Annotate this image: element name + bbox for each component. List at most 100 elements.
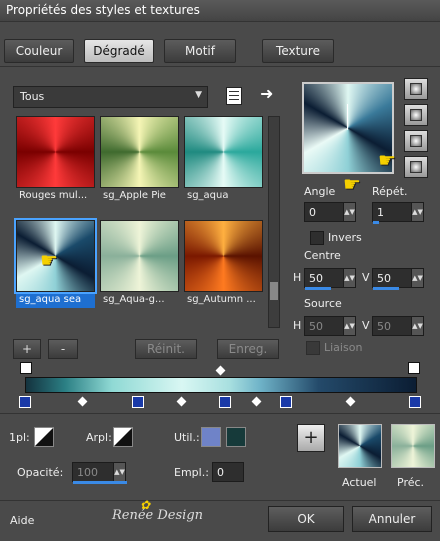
color-stop[interactable] [409,396,421,408]
color-stop[interactable] [19,396,31,408]
thumbnail-scrollbar[interactable] [268,116,280,328]
angle-label: Angle [304,185,336,198]
cancel-button[interactable]: Annuler [352,506,432,532]
gradient-swatch [100,220,179,292]
repeat-label: Répét. [372,185,408,198]
first-plane-label: 1pl: [9,431,30,444]
style-sunburst-button[interactable] [404,130,428,152]
pointing-hand-icon: ☛ [40,248,58,272]
spin-arrows-icon[interactable]: ▲▼ [411,317,423,335]
category-select[interactable]: Tous ▼ [13,86,208,108]
spin-arrows-icon[interactable]: ▲▼ [343,269,355,287]
opacity-value: 100 [77,466,98,479]
tab-divider [0,66,440,67]
color-stop[interactable] [280,396,292,408]
center-v-slider-fill [373,287,399,290]
source-h-spinner[interactable]: 50 ▲▼ [304,316,356,336]
gradient-thumb-autumn[interactable]: sg_Autumn ... [184,220,263,310]
color-midpoint[interactable] [251,396,262,407]
color-midpoint[interactable] [345,396,356,407]
repeat-spinner[interactable]: 1 ▲▼ [372,202,424,224]
reset-button[interactable]: Réinit. [135,339,197,359]
user-color-swatch[interactable] [201,427,221,447]
center-h-label: H [293,271,302,284]
opacity-stop-right[interactable] [408,362,420,374]
location-label: Empl.: [174,466,209,479]
background-plane-swatch[interactable] [113,427,133,447]
gradient-thumb-apple-pie[interactable]: sg_Apple Pie [100,116,179,206]
style-rectangular-button[interactable] [404,104,428,126]
gradient-swatch [16,116,95,188]
color-midpoint[interactable] [77,396,88,407]
angle-value: 0 [309,206,316,219]
spin-arrows-icon[interactable]: ▲▼ [343,317,355,335]
spin-arrows-icon[interactable]: ▲▼ [113,463,125,481]
remove-gradient-button[interactable]: - [48,339,78,359]
gradient-thumb-rouges[interactable]: Rouges mul... [16,116,95,206]
source-h-value: 50 [309,320,323,333]
style-linear-button[interactable] [404,78,428,100]
previous-gradient-swatch[interactable] [391,424,435,468]
center-v-label: V [362,271,370,284]
sunburst-style-icon [410,135,422,147]
help-link[interactable]: Aide [10,514,34,527]
source-v-spinner[interactable]: 50 ▲▼ [372,316,424,336]
butterfly-icon: ✿ [140,498,151,512]
spin-arrows-icon[interactable]: ▲▼ [343,203,355,221]
current-gradient-swatch[interactable] [338,424,382,468]
footer-divider [0,500,440,501]
center-h-spinner[interactable]: 50 ▲▼ [304,268,356,290]
tab-texture[interactable]: Texture [262,39,334,63]
gradient-label: sg_Aqua-g... [103,294,165,305]
angle-handle[interactable] [347,104,348,130]
pointing-hand-icon: ☛ [343,172,361,196]
tab-couleur[interactable]: Couleur [4,39,74,63]
link-label: Liaison [324,341,363,354]
opacity-stop-left[interactable] [20,362,32,374]
color-stop[interactable] [219,396,231,408]
source-h-label: H [293,319,302,332]
gradient-thumb-aqua-g[interactable]: sg_Aqua-g... [100,220,179,310]
gradient-editor-bar[interactable] [25,377,417,393]
scrollbar-thumb[interactable] [270,282,278,300]
color-midpoint[interactable] [176,396,187,407]
center-h-value: 50 [309,272,323,285]
stop-color-swatch[interactable] [226,427,246,447]
arrow-right-icon[interactable]: ➜ [260,84,273,103]
angle-spinner[interactable]: 0 ▲▼ [304,202,356,222]
spin-arrows-icon[interactable]: ▲▼ [411,269,423,287]
location-value: 0 [217,466,224,479]
center-v-spinner[interactable]: 50 ▲▼ [372,268,424,290]
gradient-label: sg_aqua sea [16,292,95,308]
center-h-slider-fill [305,287,331,290]
list-view-icon[interactable] [226,87,242,105]
pointing-hand-icon: ☛ [378,148,396,172]
invert-label: Invers [328,231,362,244]
color-stop[interactable] [132,396,144,408]
logo: ✿ Renée Design [112,498,203,523]
location-field[interactable]: 0 [212,462,244,482]
link-checkbox[interactable] [306,341,320,355]
radial-style-icon [410,161,422,173]
add-to-swatches-button[interactable]: + [297,424,325,452]
first-plane-swatch[interactable] [34,427,54,447]
gradient-label: sg_Apple Pie [103,190,166,201]
style-radial-button[interactable] [404,156,428,178]
gradient-swatch [100,116,179,188]
source-v-value: 50 [377,320,391,333]
spin-arrows-icon[interactable]: ▲▼ [411,203,423,221]
opacity-midpoint[interactable] [215,365,226,376]
gradient-swatch [184,220,263,292]
tab-motif[interactable]: Motif [164,39,236,63]
editor-divider [0,413,440,414]
gradient-thumb-aqua[interactable]: sg_aqua [184,116,263,206]
add-gradient-button[interactable]: + [13,339,41,359]
tab-degrade[interactable]: Dégradé [84,39,154,63]
ok-button[interactable]: OK [268,506,344,532]
invert-checkbox[interactable] [310,231,324,245]
center-v-value: 50 [377,272,391,285]
opacity-spinner[interactable]: 100 ▲▼ [72,462,127,484]
rectangular-style-icon [410,109,422,121]
gradient-swatch [184,116,263,188]
save-button[interactable]: Enreg. [217,339,279,359]
